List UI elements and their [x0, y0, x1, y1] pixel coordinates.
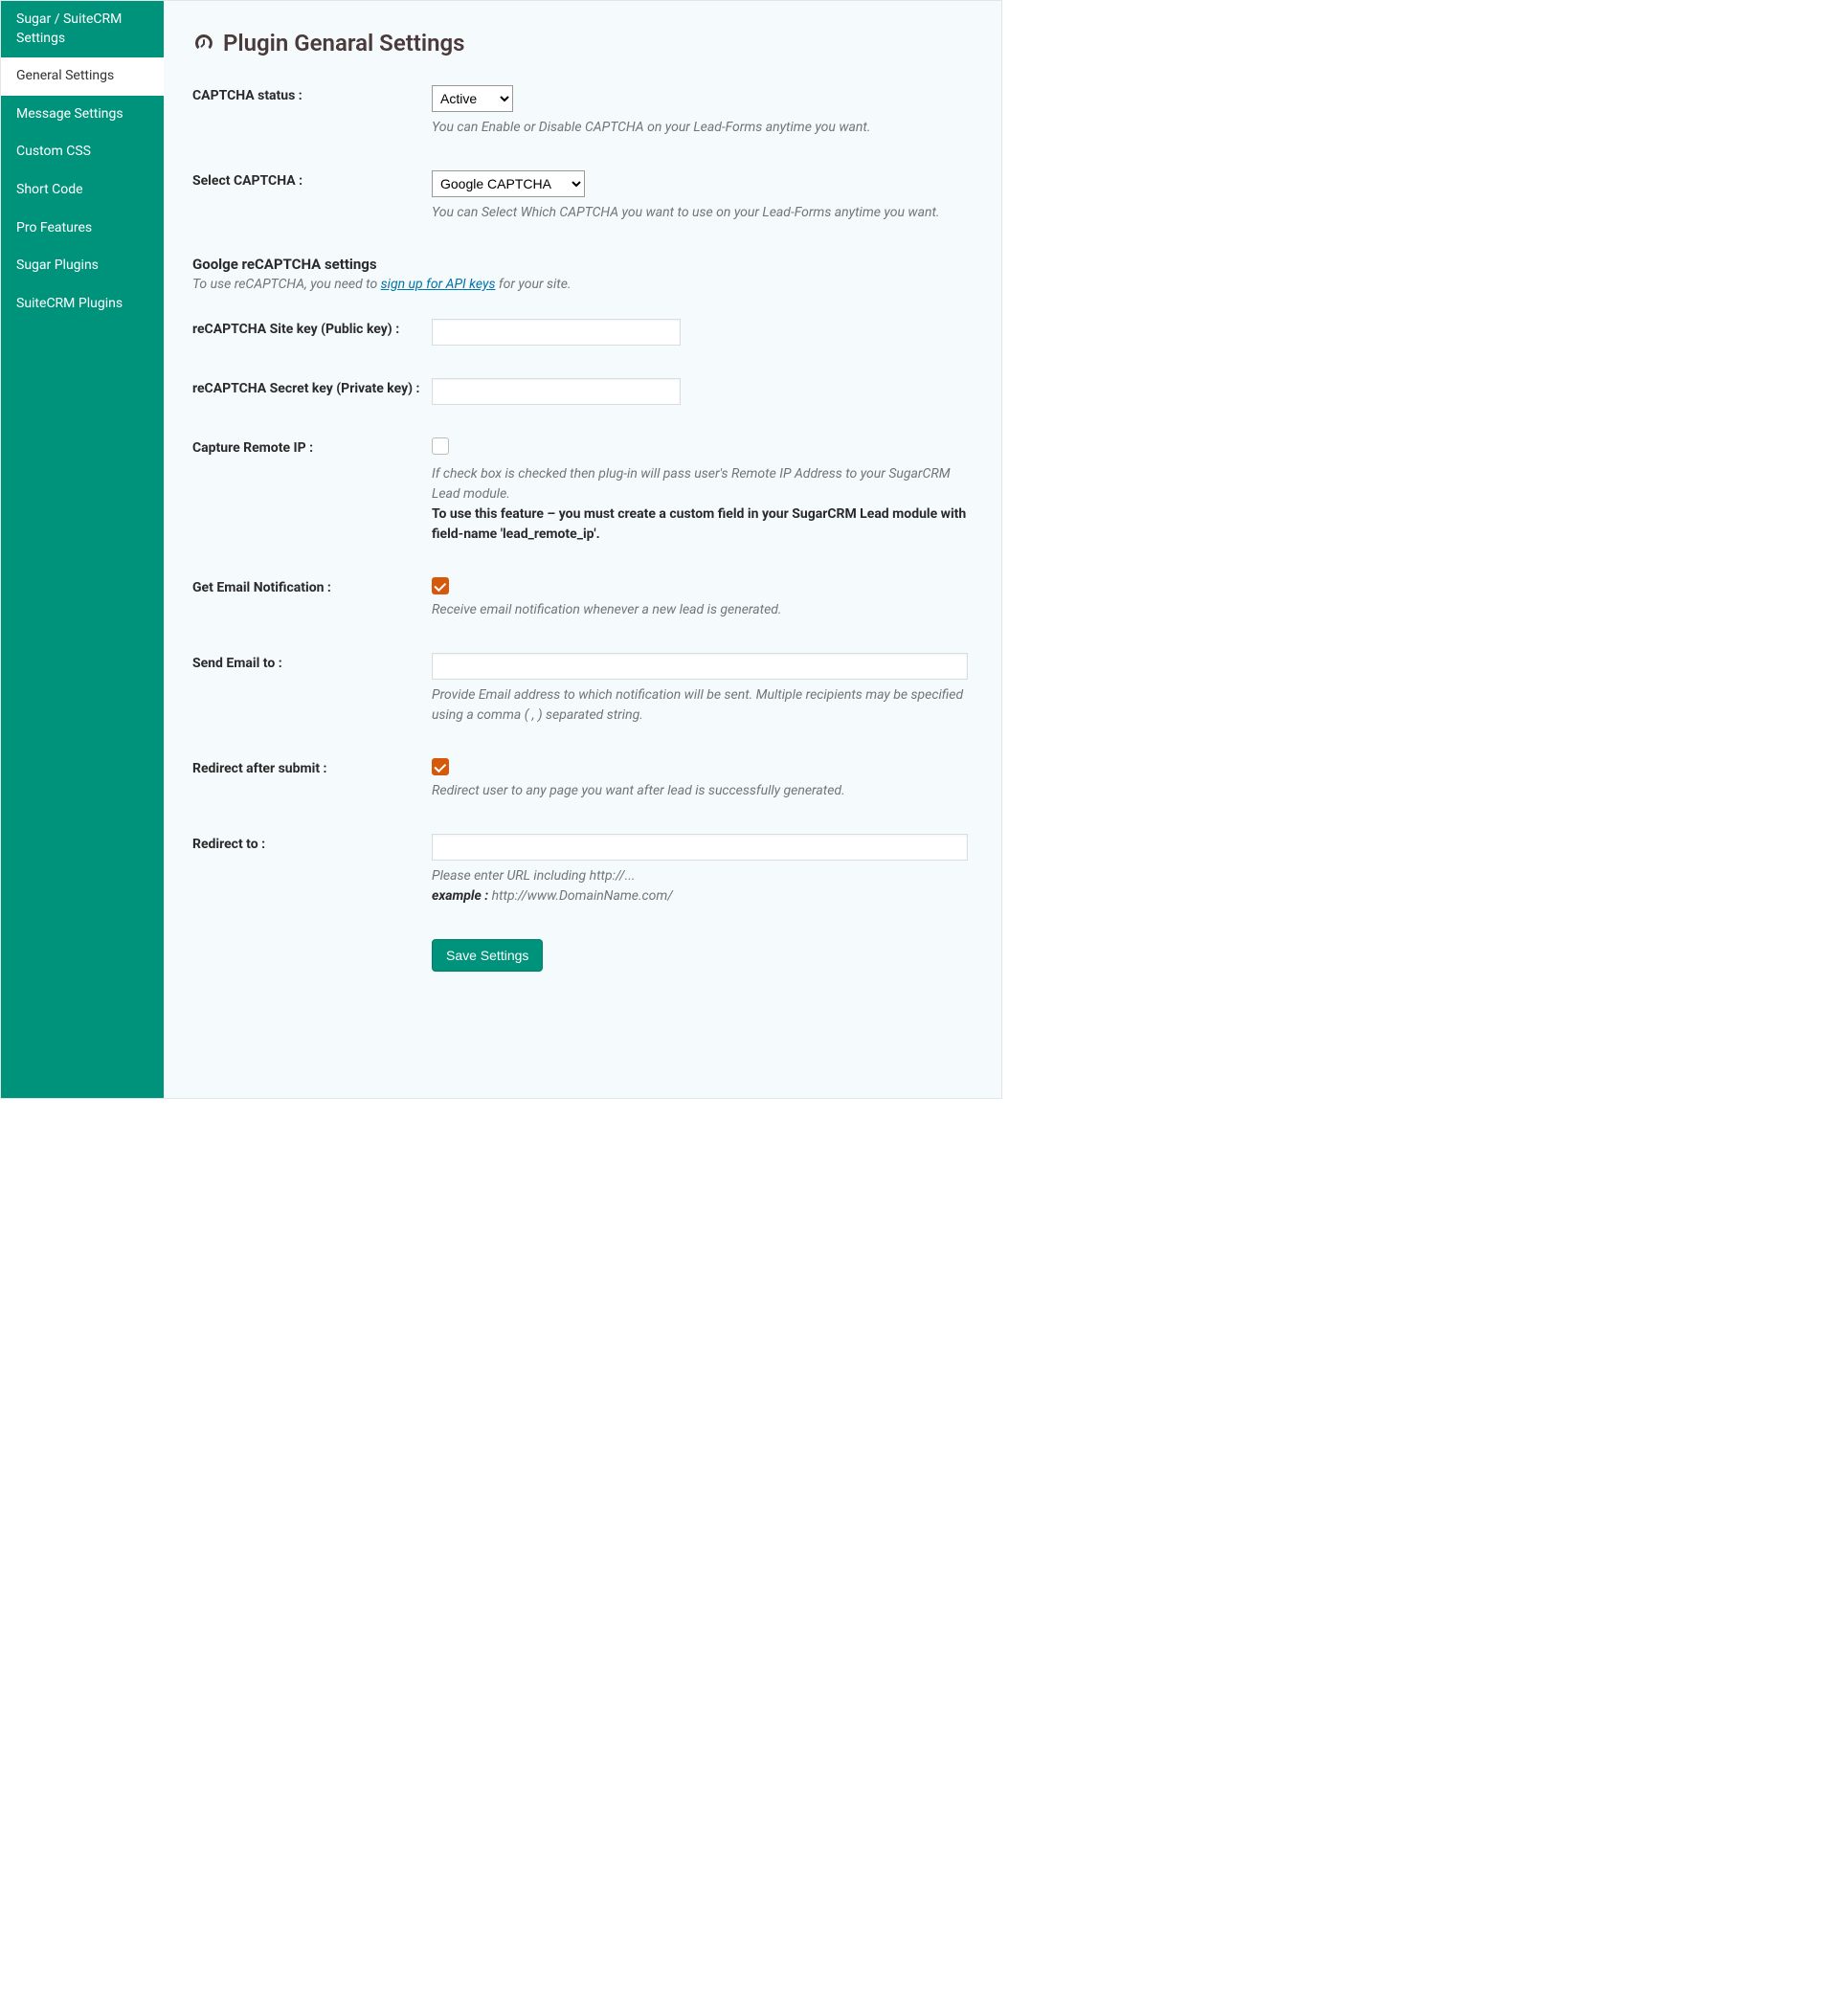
checkbox-capture-ip[interactable]: [432, 437, 449, 455]
input-send-email-to[interactable]: [432, 653, 968, 680]
sidebar-item-short-code[interactable]: Short Code: [1, 171, 164, 210]
recaptcha-sub-suffix: for your site.: [495, 277, 571, 292]
sidebar-item-sugar-plugins[interactable]: Sugar Plugins: [1, 247, 164, 285]
label-redirect-to: Redirect to :: [192, 836, 422, 854]
row-capture-ip: Capture Remote IP : If check box is chec…: [192, 437, 973, 545]
row-site-key: reCAPTCHA Site key (Public key) :: [192, 319, 973, 346]
content-area: Plugin Genaral Settings CAPTCHA status :…: [164, 1, 1001, 1098]
label-capture-ip: Capture Remote IP :: [192, 439, 422, 458]
sidebar: Sugar / SuiteCRM Settings General Settin…: [1, 1, 164, 1098]
help-capture-ip: If check box is checked then plug-in wil…: [432, 464, 973, 545]
redirect-example-value: http://www.DomainName.com/: [488, 888, 673, 904]
input-redirect-to[interactable]: [432, 834, 968, 861]
sidebar-item-suitecrm-plugins[interactable]: SuiteCRM Plugins: [1, 285, 164, 324]
sidebar-item-message-settings[interactable]: Message Settings: [1, 96, 164, 134]
help-captcha-status: You can Enable or Disable CAPTCHA on you…: [432, 118, 973, 138]
help-capture-ip-strong: To use this feature – you must create a …: [432, 506, 966, 542]
select-captcha-type[interactable]: Google CAPTCHA: [432, 170, 585, 197]
sidebar-item-custom-css[interactable]: Custom CSS: [1, 133, 164, 171]
recaptcha-signup-link[interactable]: sign up for API keys: [381, 277, 496, 292]
help-capture-ip-text: If check box is checked then plug-in wil…: [432, 466, 951, 502]
row-email-notify: Get Email Notification : Receive email n…: [192, 577, 973, 620]
row-save: Save Settings: [192, 939, 973, 972]
label-redirect-after: Redirect after submit :: [192, 760, 422, 778]
label-secret-key: reCAPTCHA Secret key (Private key) :: [192, 380, 422, 398]
recaptcha-section: Goolge reCAPTCHA settings To use reCAPTC…: [192, 256, 973, 292]
label-site-key: reCAPTCHA Site key (Public key) :: [192, 321, 422, 339]
label-email-notify: Get Email Notification :: [192, 579, 422, 597]
row-captcha-status: CAPTCHA status : Active You can Enable o…: [192, 85, 973, 138]
page-title-text: Plugin Genaral Settings: [223, 30, 465, 56]
redirect-example-label: example :: [432, 888, 488, 904]
checkbox-email-notify[interactable]: [432, 577, 449, 594]
row-send-email-to: Send Email to : Provide Email address to…: [192, 653, 973, 726]
help-email-notify: Receive email notification whenever a ne…: [432, 600, 973, 620]
sidebar-item-pro-features[interactable]: Pro Features: [1, 210, 164, 248]
recaptcha-subtext: To use reCAPTCHA, you need to sign up fo…: [192, 277, 973, 292]
help-redirect-to-line1: Please enter URL including http://...: [432, 868, 635, 884]
sidebar-item-sugar-suitecrm-settings[interactable]: Sugar / SuiteCRM Settings: [1, 1, 164, 57]
row-redirect-to: Redirect to : Please enter URL including…: [192, 834, 973, 907]
app-container: Sugar / SuiteCRM Settings General Settin…: [0, 0, 1002, 1099]
sidebar-item-general-settings[interactable]: General Settings: [1, 57, 164, 96]
help-send-email-to: Provide Email address to which notificat…: [432, 685, 973, 726]
help-redirect-after: Redirect user to any page you want after…: [432, 781, 973, 801]
row-secret-key: reCAPTCHA Secret key (Private key) :: [192, 378, 973, 405]
page-title: Plugin Genaral Settings: [192, 30, 973, 56]
input-secret-key[interactable]: [432, 378, 681, 405]
label-select-captcha: Select CAPTCHA :: [192, 172, 422, 190]
dashboard-icon: [192, 32, 215, 55]
row-select-captcha: Select CAPTCHA : Google CAPTCHA You can …: [192, 170, 973, 223]
recaptcha-sub-prefix: To use reCAPTCHA, you need to: [192, 277, 381, 292]
checkbox-redirect-after[interactable]: [432, 758, 449, 775]
save-button[interactable]: Save Settings: [432, 939, 543, 972]
help-redirect-to: Please enter URL including http://... ex…: [432, 866, 973, 907]
label-captcha-status: CAPTCHA status :: [192, 87, 422, 105]
label-send-email-to: Send Email to :: [192, 655, 422, 673]
row-redirect-after: Redirect after submit : Redirect user to…: [192, 758, 973, 801]
input-site-key[interactable]: [432, 319, 681, 346]
select-captcha-status[interactable]: Active: [432, 85, 513, 112]
recaptcha-heading: Goolge reCAPTCHA settings: [192, 256, 973, 273]
help-select-captcha: You can Select Which CAPTCHA you want to…: [432, 203, 973, 223]
